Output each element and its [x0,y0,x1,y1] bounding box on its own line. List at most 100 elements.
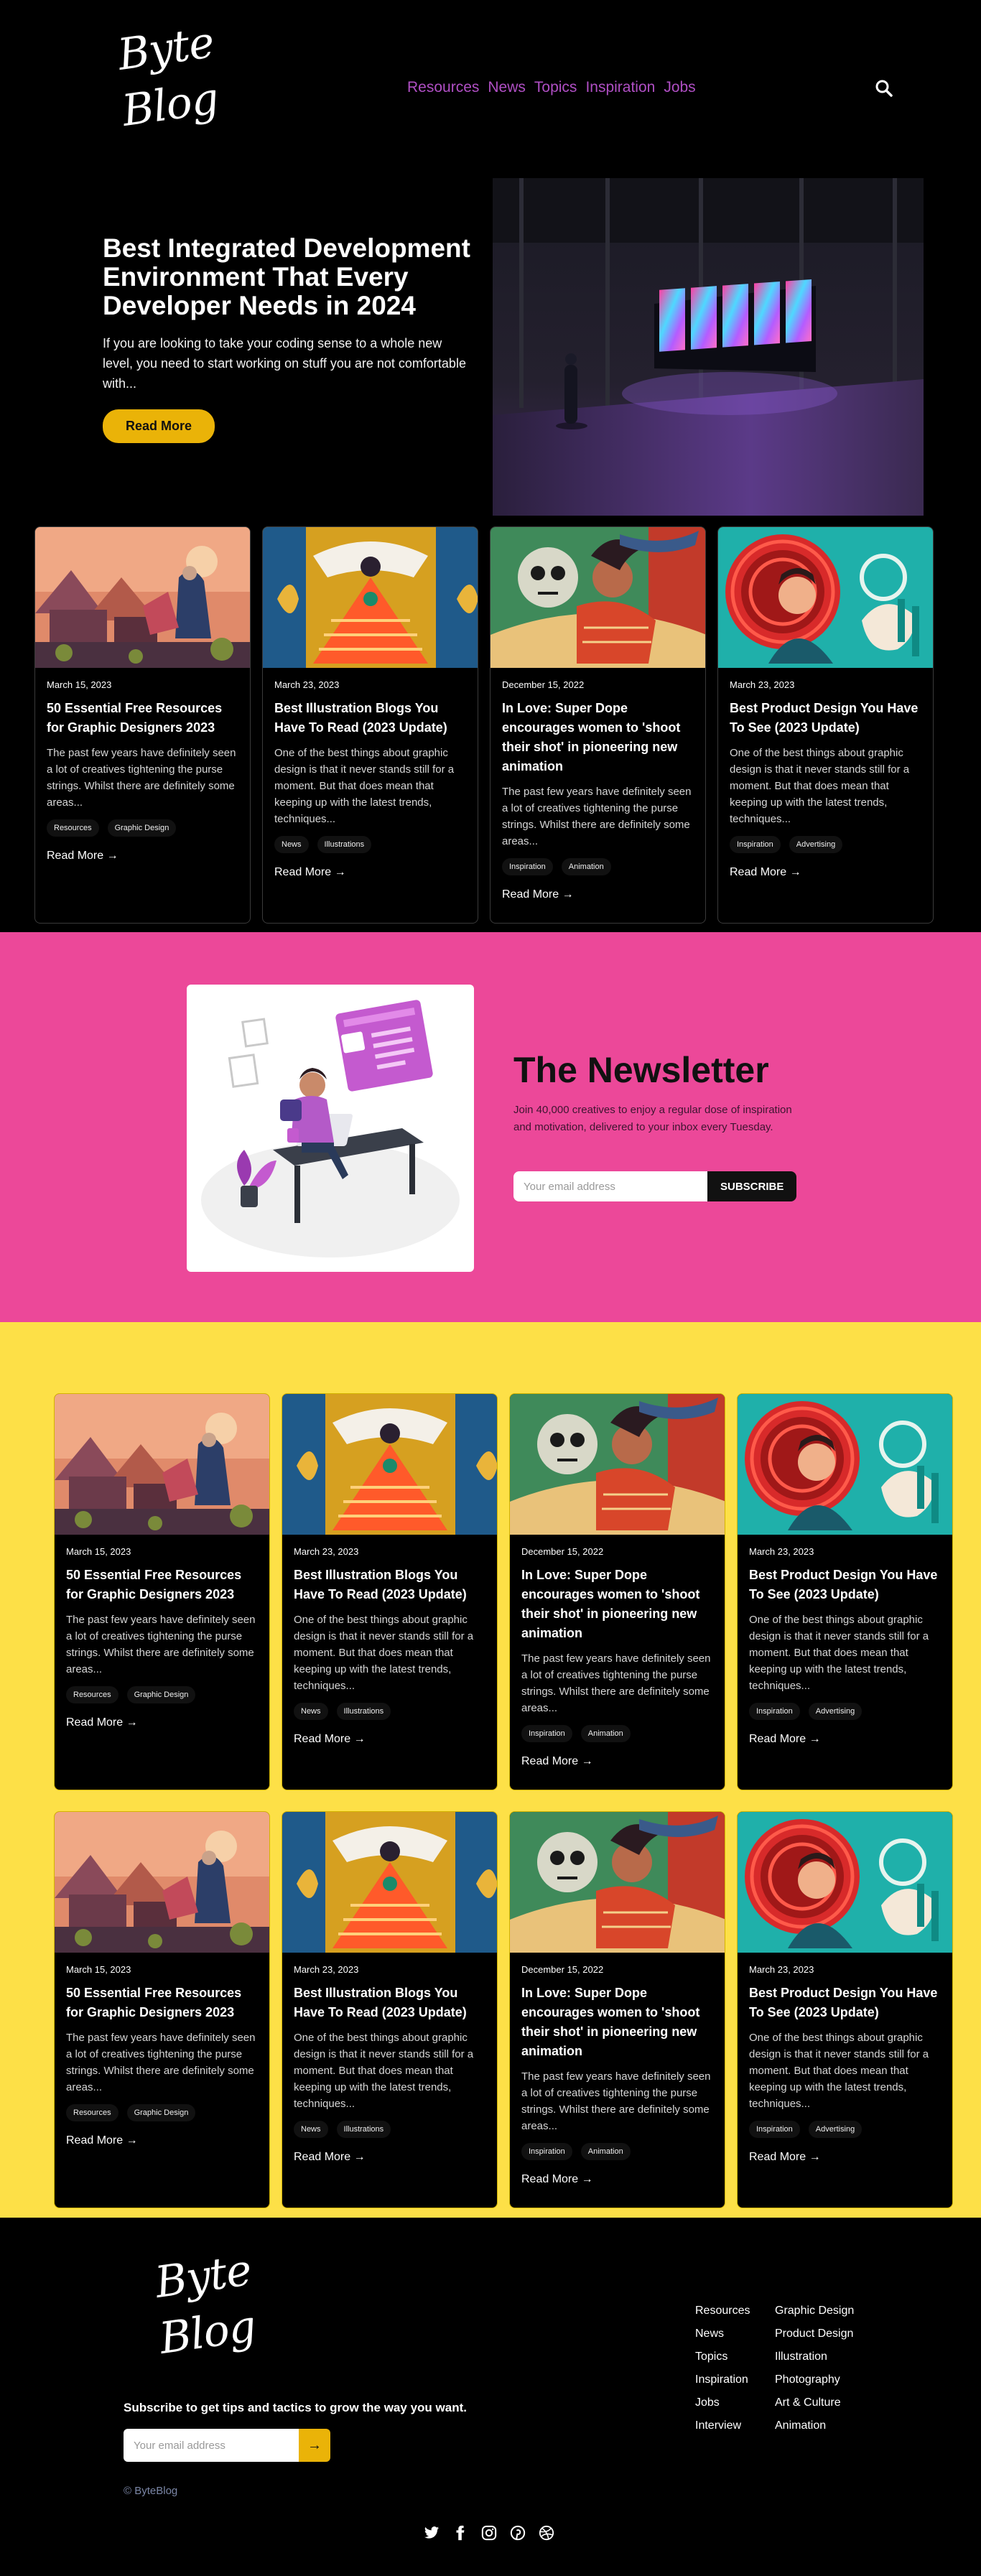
pinterest-icon[interactable] [510,2525,526,2541]
hero-read-more-button[interactable]: Read More [103,409,215,443]
tag-illustrations[interactable]: Illustrations [336,2121,391,2138]
read-more-link[interactable]: Read More → [521,1755,593,1768]
article-card[interactable]: March 23, 2023 Best Product Design You H… [737,1393,953,1790]
card-title[interactable]: Best Product Design You Have To See (202… [730,699,921,738]
tag-advertising[interactable]: Advertising [789,836,843,853]
card-excerpt: One of the best things about graphic des… [749,2032,929,2110]
card-date: December 15, 2022 [502,679,585,690]
read-more-link[interactable]: Read More → [66,1716,138,1729]
tag-inspiration[interactable]: Inspiration [502,858,553,875]
search-icon[interactable] [875,79,893,98]
footer-link-jobs[interactable]: Jobs [695,2396,750,2410]
tag-animation[interactable]: Animation [580,2143,631,2160]
twitter-icon[interactable] [424,2525,440,2541]
article-card[interactable]: March 23, 2023 Best Illustration Blogs Y… [282,1393,498,1790]
article-card[interactable]: March 15, 2023 50 Essential Free Resourc… [54,1811,270,2208]
site-logo[interactable]: Byte Blog [115,17,221,142]
article-card[interactable]: March 23, 2023 Best Product Design You H… [737,1811,953,2208]
tag-news[interactable]: News [274,836,309,853]
read-more-link[interactable]: Read More → [47,850,118,862]
article-card[interactable]: March 23, 2023 Best Product Design You H… [717,526,934,924]
read-more-link[interactable]: Read More → [502,888,574,901]
tag-news[interactable]: News [294,1703,328,1720]
tag-animation[interactable]: Animation [561,858,611,875]
tag-inspiration[interactable]: Inspiration [521,1725,572,1742]
article-card[interactable]: March 23, 2023 Best Illustration Blogs Y… [262,526,478,924]
article-card[interactable]: March 23, 2023 Best Illustration Blogs Y… [282,1811,498,2208]
footer-submit-button[interactable]: → [299,2429,330,2462]
card-title[interactable]: Best Illustration Blogs You Have To Read… [274,699,466,738]
card-title[interactable]: 50 Essential Free Resources for Graphic … [66,1984,258,2022]
card-title[interactable]: In Love: Super Dope encourages women to … [502,699,694,776]
article-card[interactable]: December 15, 2022 In Love: Super Dope en… [509,1393,725,1790]
tag-graphic-design[interactable]: Graphic Design [126,1686,196,1703]
card-title[interactable]: 50 Essential Free Resources for Graphic … [47,699,238,738]
copyright: © ByteBlog [124,2485,178,2497]
read-more-link[interactable]: Read More → [749,1733,821,1746]
card-title[interactable]: Best Illustration Blogs You Have To Read… [294,1984,485,2022]
footer-link-resources[interactable]: Resources [695,2304,750,2318]
article-card[interactable]: March 15, 2023 50 Essential Free Resourc… [34,526,251,924]
card-tags: Inspiration Advertising [730,836,921,853]
footer-email-input[interactable] [124,2429,299,2462]
card-title[interactable]: Best Illustration Blogs You Have To Read… [294,1566,485,1604]
tag-inspiration[interactable]: Inspiration [521,2143,572,2160]
tag-inspiration[interactable]: Inspiration [749,1703,800,1720]
nav-topics[interactable]: Topics [534,79,577,96]
tag-advertising[interactable]: Advertising [808,1703,863,1720]
footer-link-product-design[interactable]: Product Design [775,2327,854,2341]
skull-couple-illustration [510,1394,725,1535]
footer-link-photography[interactable]: Photography [775,2373,854,2387]
tag-resources[interactable]: Resources [47,819,99,837]
article-card[interactable]: December 15, 2022 In Love: Super Dope en… [509,1811,725,2208]
newsletter-email-input[interactable] [513,1171,707,1201]
read-more-link[interactable]: Read More → [749,2151,821,2164]
footer-link-interview[interactable]: Interview [695,2419,750,2433]
read-more-link[interactable]: Read More → [294,1733,366,1746]
facebook-icon[interactable] [452,2525,468,2541]
nav-resources[interactable]: Resources [407,79,479,96]
footer-link-graphic-design[interactable]: Graphic Design [775,2304,854,2318]
read-more-link[interactable]: Read More → [66,2134,138,2147]
tag-resources[interactable]: Resources [66,1686,118,1703]
footer-link-news[interactable]: News [695,2327,750,2341]
subscribe-button[interactable]: SUBSCRIBE [707,1171,797,1201]
folk-dancer-illustration [282,1394,497,1535]
card-title[interactable]: Best Product Design You Have To See (202… [749,1566,941,1604]
tag-advertising[interactable]: Advertising [808,2121,863,2138]
footer-link-inspiration[interactable]: Inspiration [695,2373,750,2387]
dribbble-icon[interactable] [539,2525,554,2541]
read-more-link[interactable]: Read More → [294,2151,366,2164]
nav-jobs[interactable]: Jobs [664,79,695,96]
tag-illustrations[interactable]: Illustrations [317,836,372,853]
footer-logo[interactable]: Byte Blog [152,2245,259,2370]
card-title[interactable]: In Love: Super Dope encourages women to … [521,1566,713,1643]
read-more-link[interactable]: Read More → [521,2173,593,2186]
tag-graphic-design[interactable]: Graphic Design [107,819,177,837]
tag-illustrations[interactable]: Illustrations [336,1703,391,1720]
footer-link-animation[interactable]: Animation [775,2419,854,2433]
card-date: March 23, 2023 [749,1546,814,1557]
footer-link-topics[interactable]: Topics [695,2350,750,2364]
tag-inspiration[interactable]: Inspiration [749,2121,800,2138]
read-more-link[interactable]: Read More → [274,866,346,879]
card-title[interactable]: 50 Essential Free Resources for Graphic … [66,1566,258,1604]
nav-news[interactable]: News [488,79,526,96]
tag-inspiration[interactable]: Inspiration [730,836,781,853]
tag-news[interactable]: News [294,2121,328,2138]
tag-animation[interactable]: Animation [580,1725,631,1742]
card-title[interactable]: In Love: Super Dope encourages women to … [521,1984,713,2061]
article-card[interactable]: March 15, 2023 50 Essential Free Resourc… [54,1393,270,1790]
instagram-icon[interactable] [481,2525,497,2541]
read-more-link[interactable]: Read More → [730,866,801,879]
footer-link-illustration[interactable]: Illustration [775,2350,854,2364]
card-excerpt: The past few years have definitely seen … [502,786,692,847]
footer-link-art-culture[interactable]: Art & Culture [775,2396,854,2410]
folk-dancer-illustration [282,1812,497,1953]
article-card[interactable]: December 15, 2022 In Love: Super Dope en… [490,526,706,924]
card-date: March 23, 2023 [294,1964,359,1975]
tag-graphic-design[interactable]: Graphic Design [126,2104,196,2121]
tag-resources[interactable]: Resources [66,2104,118,2121]
card-title[interactable]: Best Product Design You Have To See (202… [749,1984,941,2022]
nav-inspiration[interactable]: Inspiration [585,79,655,96]
